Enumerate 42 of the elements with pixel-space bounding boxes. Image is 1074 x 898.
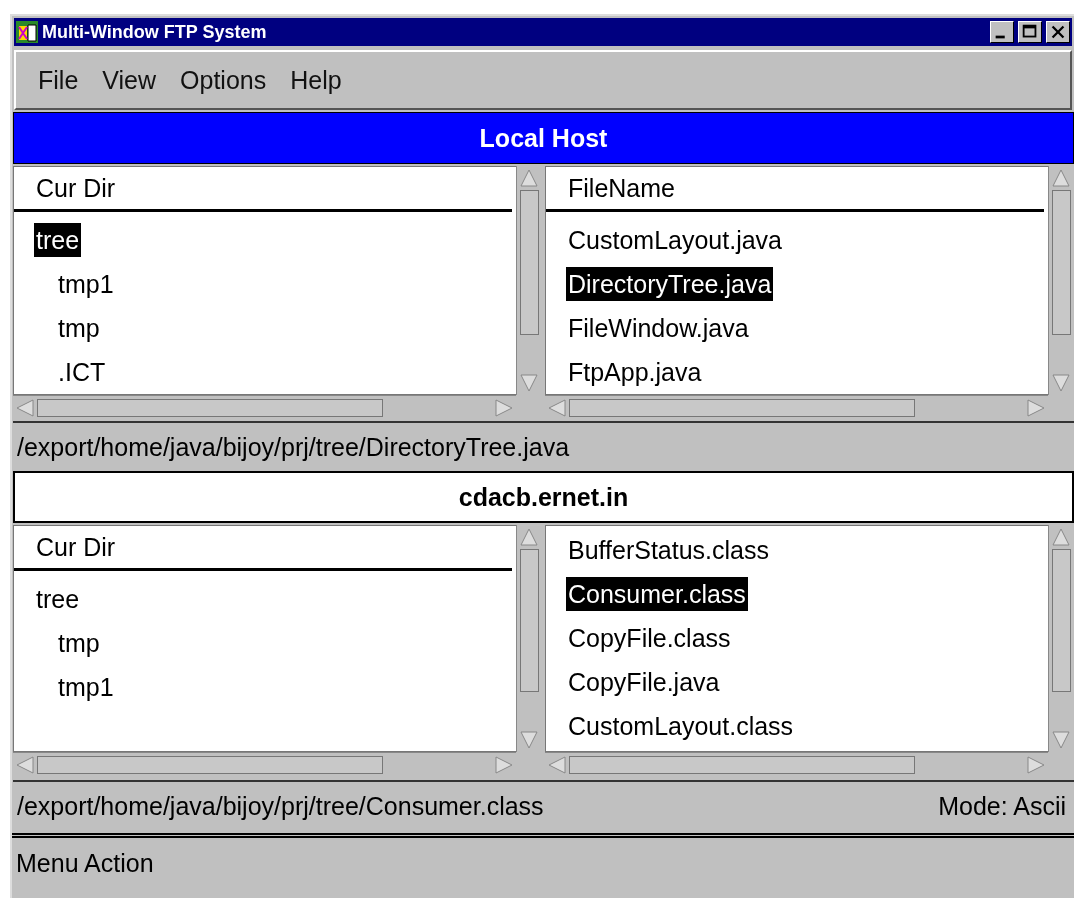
list-entry[interactable]: CopyFile.class <box>566 621 733 655</box>
scroll-thumb[interactable] <box>1052 190 1071 335</box>
app-icon <box>16 21 38 43</box>
tree-item[interactable]: tmp1 <box>56 267 116 301</box>
scroll-thumb[interactable] <box>520 549 539 693</box>
list-entry[interactable]: Consumer.class <box>566 577 748 611</box>
file-path: /export/home/java/bijoy/prj/tree/DirectoryTree.java <box>17 432 570 462</box>
transfer-mode: Mode: Ascii <box>938 791 1066 821</box>
tree-item[interactable]: tmp <box>56 626 102 660</box>
scroll-thumb[interactable] <box>1052 549 1071 693</box>
tree-item[interactable]: tmp <box>56 311 102 345</box>
close-icon[interactable] <box>1046 21 1070 43</box>
menu-item[interactable]: Options <box>168 61 279 99</box>
list-entry[interactable]: FtpApp.java <box>566 355 704 389</box>
file-path: /export/home/java/bijoy/prj/tree/Consumer.class <box>17 791 544 821</box>
host-title-bar: Local Host <box>13 112 1074 164</box>
tree-item[interactable]: tmp1 <box>56 670 116 704</box>
scroll-thumb[interactable] <box>37 756 383 774</box>
scroll-thumb[interactable] <box>569 399 915 417</box>
tree-item[interactable]: tree <box>34 582 82 616</box>
scroll-thumb[interactable] <box>520 190 539 335</box>
window-title: Multi-Window FTP System <box>42 21 268 43</box>
list-entry[interactable]: BufferStatus.class <box>566 533 772 567</box>
list-entry[interactable]: CustomLayout.class <box>566 709 796 743</box>
column-header: FileName <box>546 167 1044 212</box>
minimize-icon[interactable] <box>990 21 1014 43</box>
tree-item[interactable]: tree <box>34 223 82 257</box>
menu-item[interactable]: Help <box>278 61 354 99</box>
list-entry[interactable]: CopyFile.java <box>566 665 722 699</box>
menu-item[interactable]: File <box>26 61 91 99</box>
list-entry[interactable]: DirectoryTree.java <box>566 267 774 301</box>
status-text: Menu Action <box>16 848 154 878</box>
list-entry[interactable]: CustomLayout.java <box>566 223 784 257</box>
maximize-icon[interactable] <box>1018 21 1042 43</box>
column-header: Cur Dir <box>14 526 512 571</box>
scroll-thumb[interactable] <box>37 399 383 417</box>
menu-item[interactable]: View <box>90 61 169 99</box>
list-entry[interactable]: FileWindow.java <box>566 311 751 345</box>
host-title-bar: cdacb.ernet.in <box>13 471 1074 523</box>
scroll-thumb[interactable] <box>569 756 915 774</box>
tree-item[interactable]: .ICT <box>56 355 108 389</box>
column-header: Cur Dir <box>14 167 512 212</box>
